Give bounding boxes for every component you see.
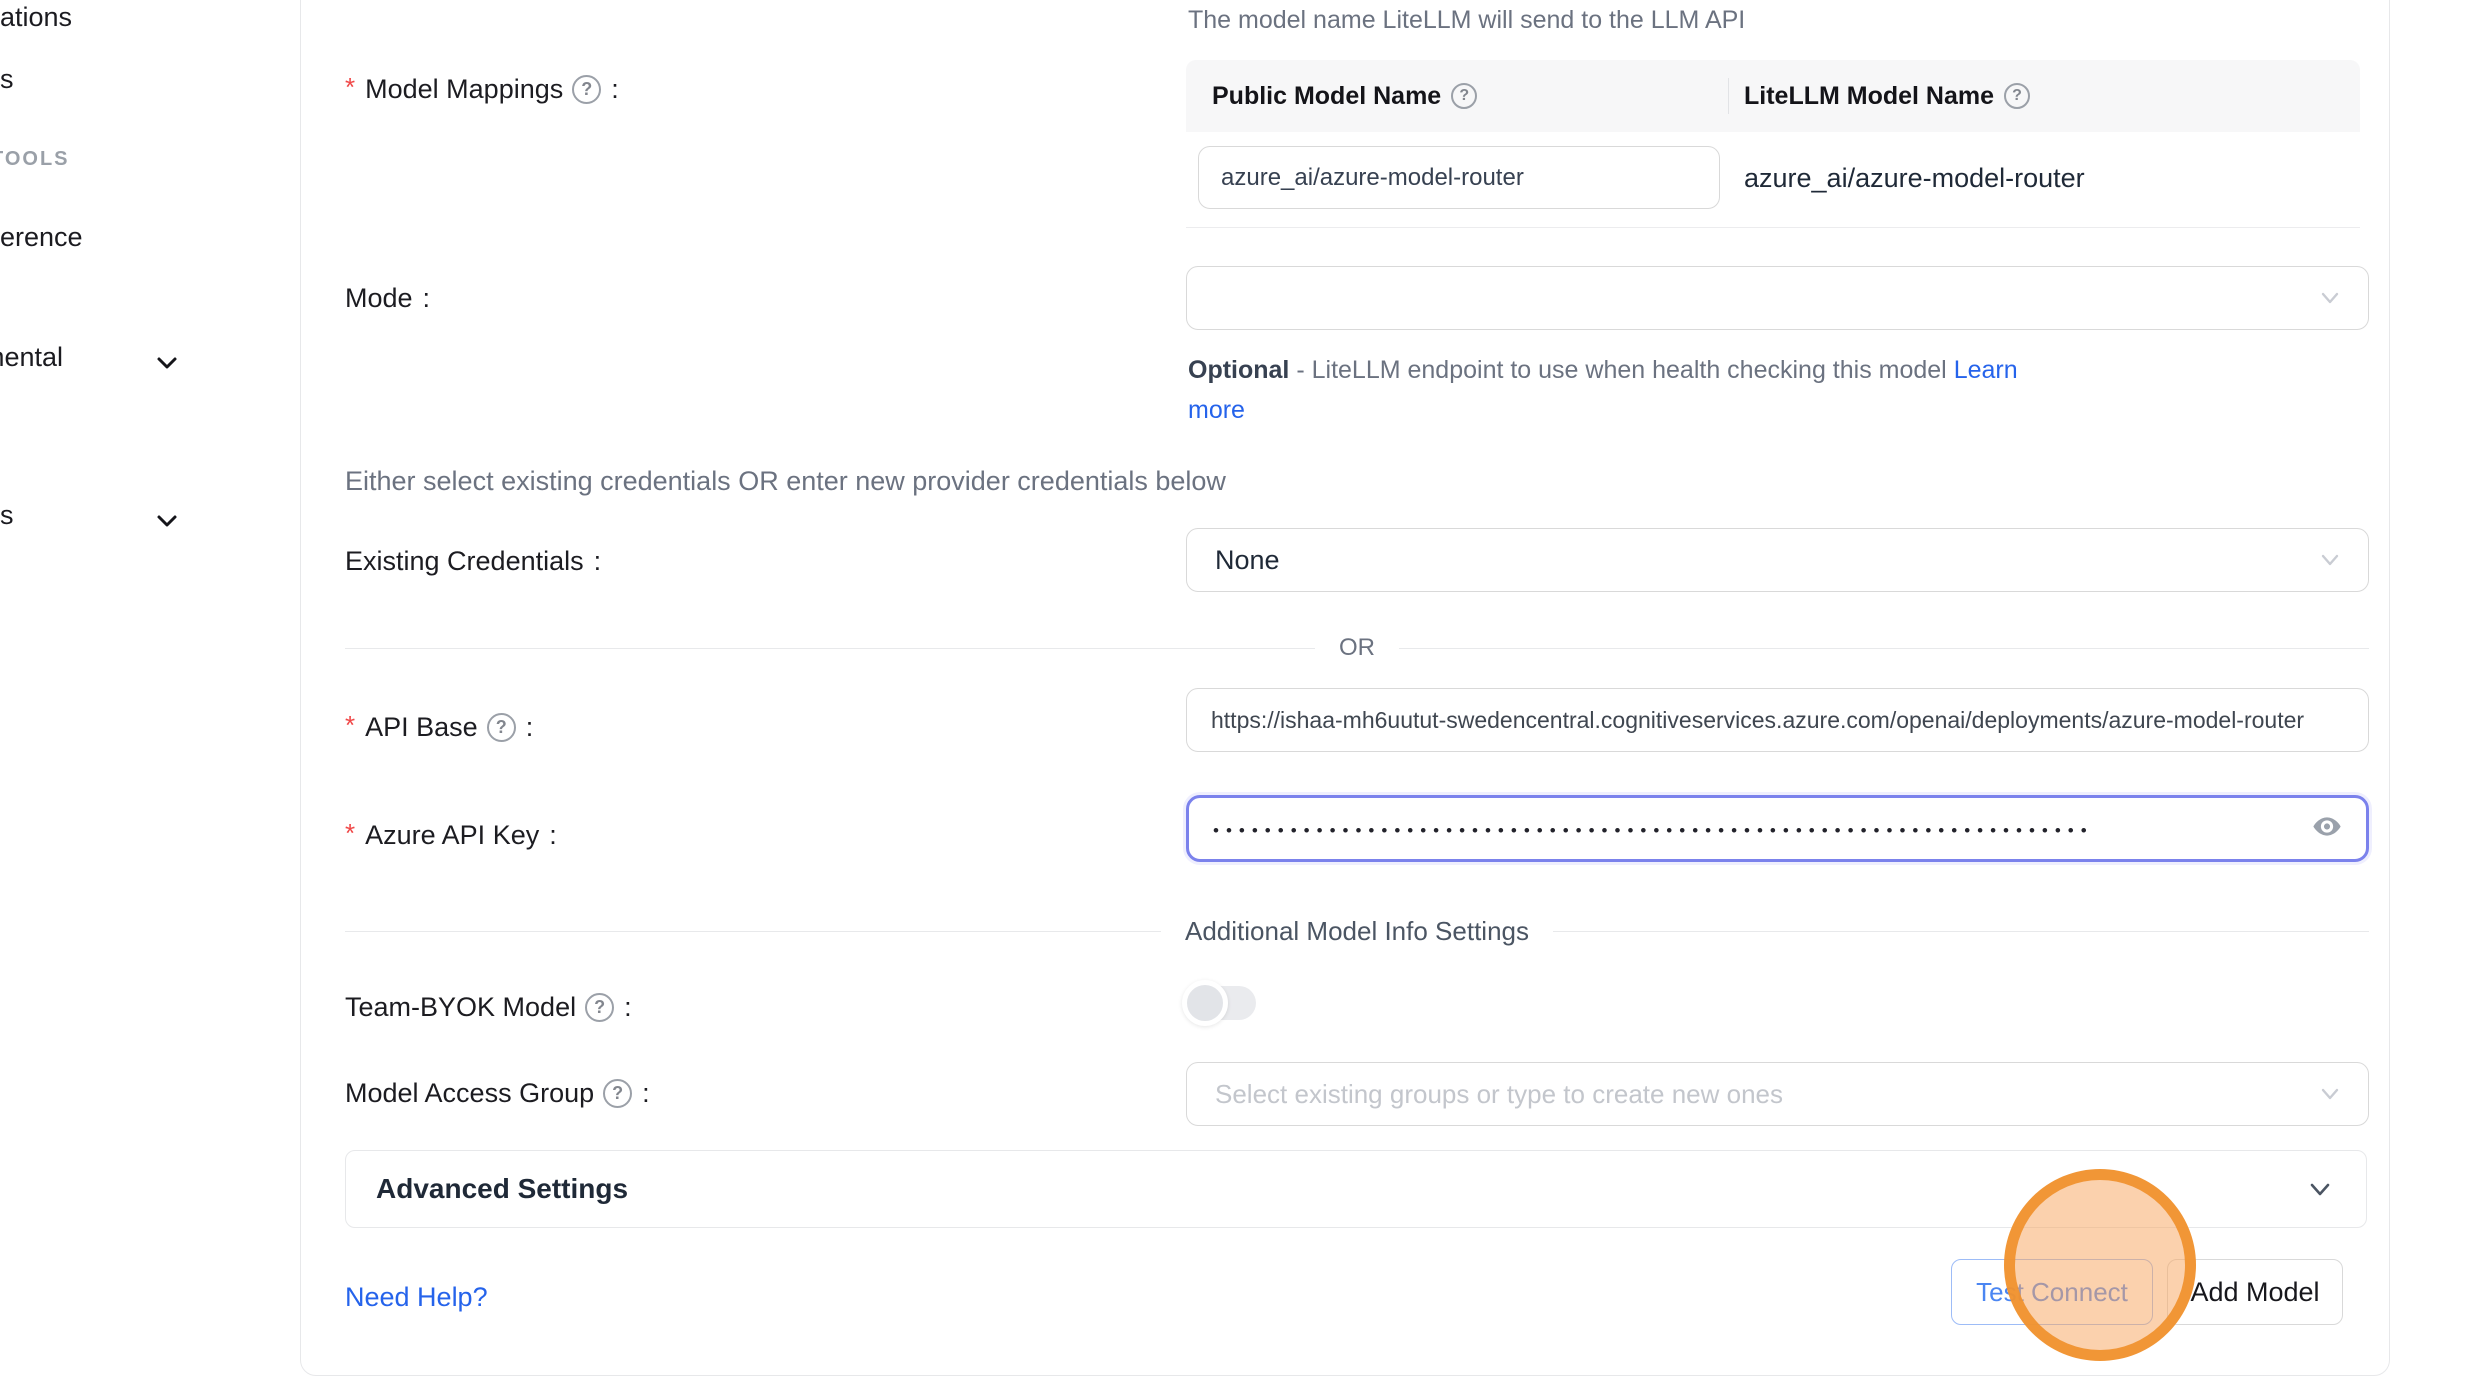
existing-credentials-value: None — [1215, 545, 1280, 576]
additional-settings-divider: Additional Model Info Settings — [345, 916, 2369, 947]
litellm-model-name-value: azure_ai/azure-model-router — [1744, 163, 2085, 194]
sidebar-item-experimental[interactable]: mental — [0, 342, 230, 373]
model-access-group-placeholder: Select existing groups or type to create… — [1215, 1079, 1783, 1110]
table-row: azure_ai/azure-model-router — [1186, 132, 2360, 228]
help-question-icon[interactable]: ? — [585, 993, 614, 1022]
model-access-group-label: Model Access Group ? : — [345, 1078, 650, 1109]
header-divider — [1728, 78, 1729, 114]
mode-label: Mode : — [345, 283, 430, 314]
chevron-down-icon — [2304, 1173, 2336, 1205]
chevron-down-icon — [2316, 284, 2344, 312]
sidebar-item-organizations[interactable]: ations — [0, 2, 230, 33]
required-asterisk: * — [345, 818, 355, 849]
help-question-icon[interactable]: ? — [572, 75, 601, 104]
required-asterisk: * — [345, 710, 355, 741]
help-question-icon[interactable]: ? — [603, 1079, 632, 1108]
help-question-icon[interactable]: ? — [2004, 83, 2030, 109]
credentials-note: Either select existing credentials OR en… — [345, 466, 1226, 497]
sidebar-item-settings[interactable]: s — [0, 500, 230, 531]
mode-helper-text: Optional - LiteLLM endpoint to use when … — [1188, 350, 2088, 430]
click-highlight-ring — [2004, 1169, 2196, 1361]
advanced-settings-title: Advanced Settings — [376, 1173, 628, 1205]
chevron-down-icon[interactable] — [152, 348, 182, 378]
help-question-icon[interactable]: ? — [487, 713, 516, 742]
existing-credentials-label: Existing Credentials : — [345, 546, 601, 577]
existing-credentials-select[interactable]: None — [1186, 528, 2369, 592]
add-model-form-screen: ations s TOOLS erence mental s The model… — [0, 0, 2477, 1385]
required-asterisk: * — [345, 72, 355, 103]
sidebar: ations s TOOLS erence mental s — [0, 0, 300, 1385]
api-base-label: * API Base ? : — [345, 712, 533, 743]
chevron-down-icon — [2316, 1080, 2344, 1108]
chevron-down-icon[interactable] — [152, 506, 182, 536]
azure-api-key-label: * Azure API Key : — [345, 820, 557, 851]
model-mappings-label: * Model Mappings ? : — [345, 74, 619, 105]
mode-select[interactable] — [1186, 266, 2369, 330]
team-byok-toggle[interactable] — [1186, 986, 1256, 1020]
or-divider: OR — [345, 634, 2369, 662]
public-name-helper-text: The model name LiteLLM will send to the … — [1188, 6, 1745, 35]
masked-password-dots: ••••••••••••••••••••••••••••••••••••••••… — [1213, 821, 2203, 841]
table-header-row: Public Model Name ? LiteLLM Model Name ? — [1186, 60, 2360, 132]
model-mappings-table: Public Model Name ? LiteLLM Model Name ?… — [1186, 60, 2360, 228]
api-base-input[interactable] — [1186, 688, 2369, 752]
column-header-litellm-model-name: LiteLLM Model Name ? — [1728, 82, 2030, 111]
sidebar-item-reference[interactable]: erence — [0, 222, 230, 253]
team-byok-label: Team-BYOK Model ? : — [345, 992, 632, 1023]
sidebar-item-1[interactable]: s — [0, 64, 230, 95]
public-model-name-input[interactable] — [1198, 146, 1720, 209]
sidebar-section-tools: TOOLS — [0, 148, 230, 171]
need-help-link[interactable]: Need Help? — [345, 1282, 488, 1313]
azure-api-key-input[interactable]: ••••••••••••••••••••••••••••••••••••••••… — [1186, 795, 2369, 862]
eye-icon[interactable] — [2308, 810, 2346, 847]
chevron-down-icon — [2316, 546, 2344, 574]
help-question-icon[interactable]: ? — [1451, 83, 1477, 109]
model-access-group-select[interactable]: Select existing groups or type to create… — [1186, 1062, 2369, 1126]
column-header-public-model-name: Public Model Name ? — [1186, 82, 1728, 111]
